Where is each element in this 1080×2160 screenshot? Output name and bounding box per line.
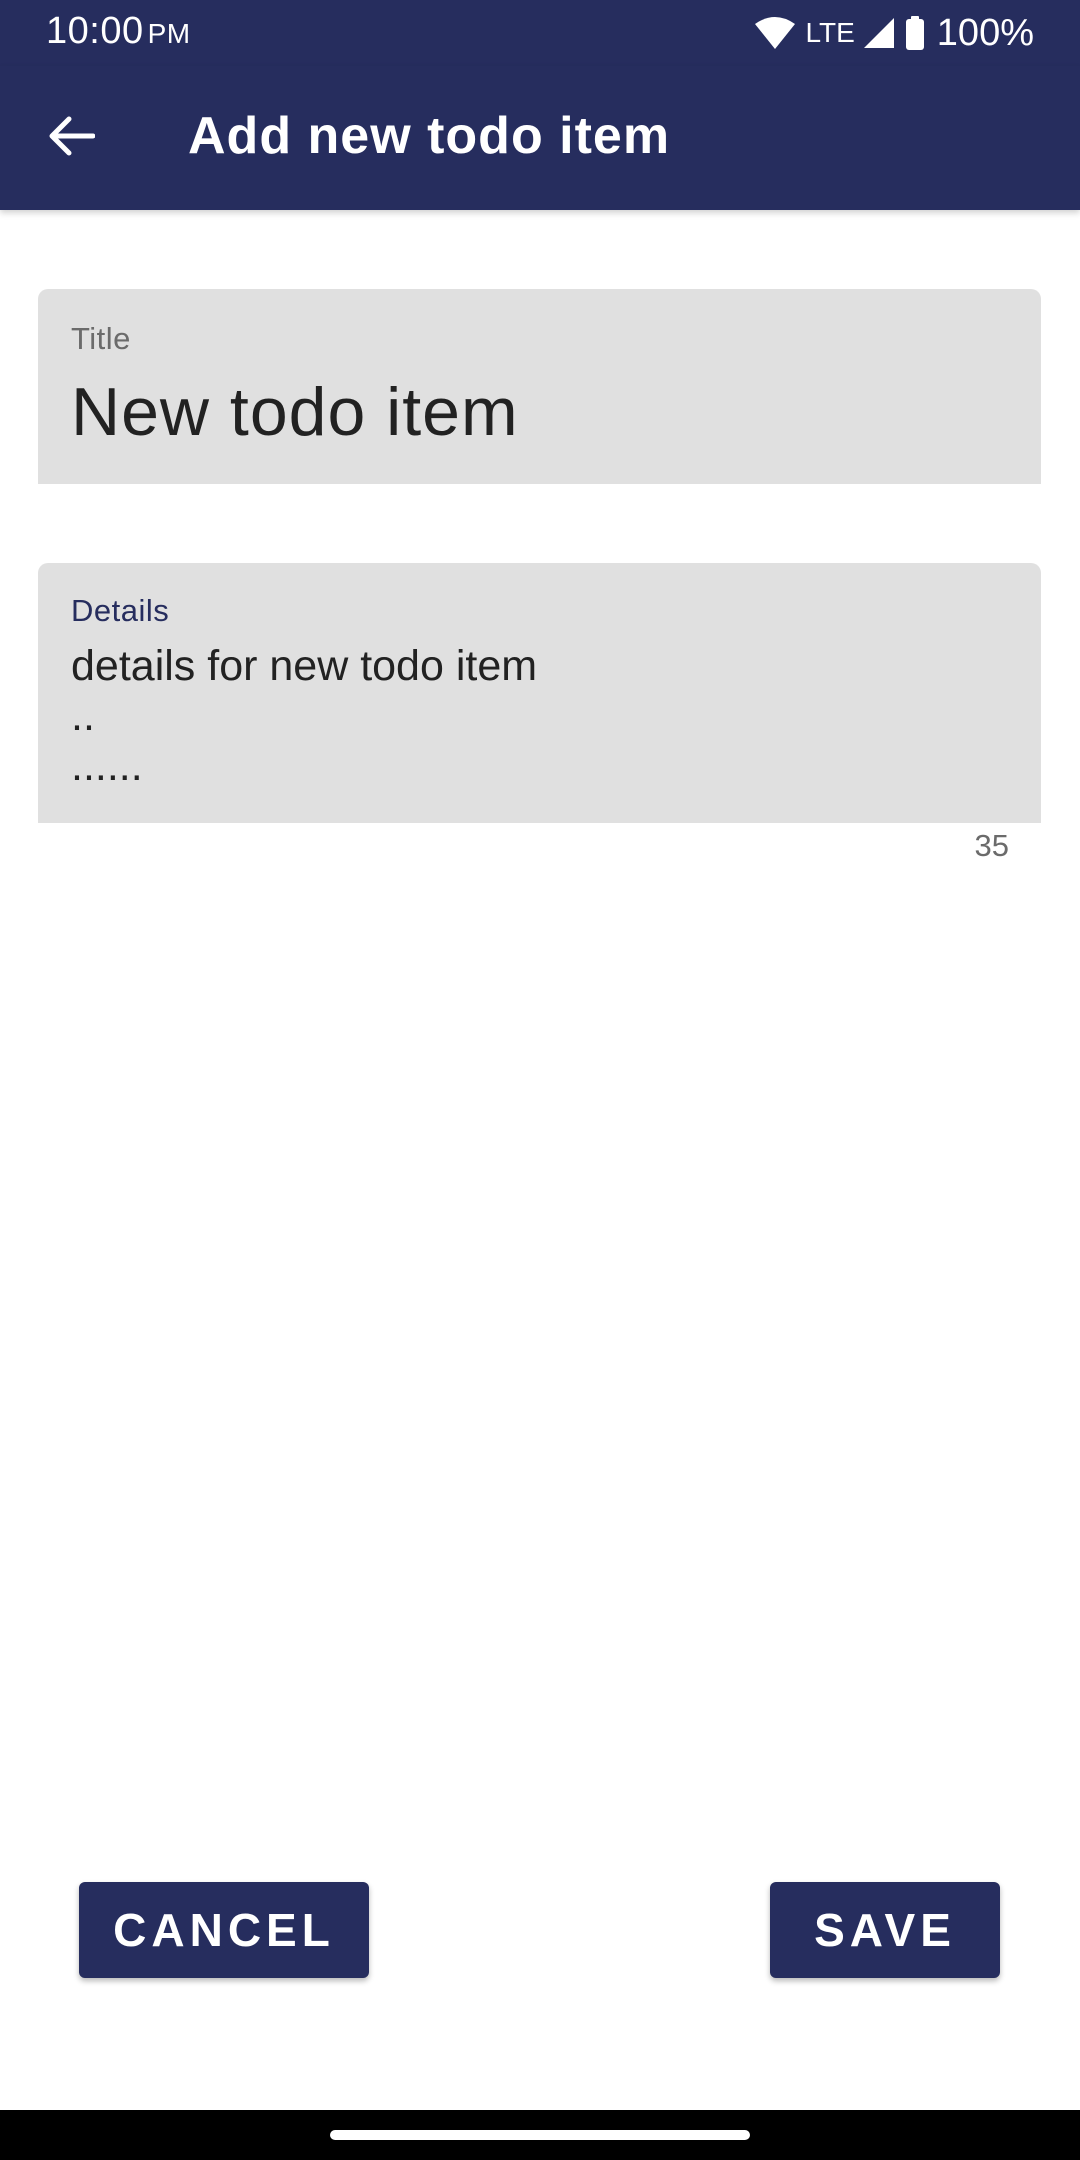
status-bar: 10:00 PM LTE 100% (0, 0, 1080, 66)
status-time: 10:00 PM (46, 10, 191, 53)
screen: 10:00 PM LTE 100% Add new todo item Titl… (0, 0, 1080, 2160)
status-ampm: PM (147, 18, 191, 49)
details-input[interactable]: details for new todo item .. ...... (71, 641, 537, 791)
status-icons: LTE 100% (754, 10, 1034, 56)
app-bar: Add new todo item (0, 66, 1080, 210)
details-field[interactable]: Details details for new todo item .. ...… (38, 563, 1041, 823)
wifi-icon (754, 16, 796, 50)
battery-icon (905, 16, 925, 50)
arrow-back-icon (49, 116, 96, 161)
cell-signal-icon (863, 17, 895, 49)
battery-percent: 100% (936, 11, 1034, 54)
navigation-bar (0, 2110, 1080, 2160)
page-title: Add new todo item (188, 107, 671, 165)
details-char-counter: 35 (974, 828, 1009, 863)
title-field[interactable]: Title New todo item (38, 289, 1041, 484)
details-field-label: Details (71, 593, 170, 628)
network-type: LTE (805, 17, 855, 48)
save-button[interactable]: SAVE (770, 1882, 1000, 1978)
title-field-label: Title (71, 321, 131, 356)
back-button[interactable] (36, 102, 108, 174)
status-clock: 10:00 (46, 10, 144, 52)
cancel-button[interactable]: CANCEL (79, 1882, 369, 1978)
home-gesture-handle[interactable] (330, 2130, 750, 2140)
title-input[interactable]: New todo item (71, 373, 519, 451)
